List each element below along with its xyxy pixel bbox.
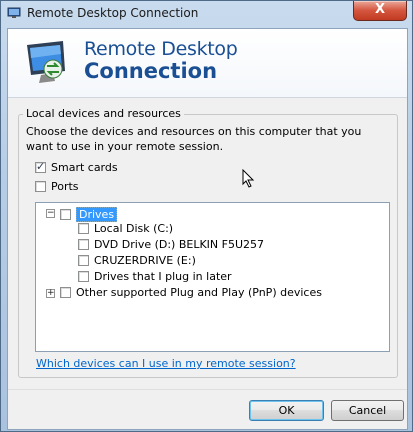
future-drives-label: Drives that I plug in later	[94, 270, 232, 283]
remote-desktop-window: Remote Desktop Connection X Remote Deskt…	[0, 0, 413, 432]
local-disk-label: Local Disk (C:)	[94, 222, 174, 235]
drives-checkbox[interactable]	[60, 209, 71, 220]
brand-line-2: Connection	[84, 59, 218, 83]
pnp-checkbox[interactable]	[60, 287, 71, 298]
cruzer-drive-checkbox[interactable]	[78, 255, 89, 266]
remote-desktop-monitor-icon	[27, 41, 65, 83]
tree-item-pnp-devices[interactable]: Other supported Plug and Play (PnP) devi…	[60, 286, 322, 299]
tree-item-dvd-drive[interactable]: DVD Drive (D:) BELKIN F5U257	[78, 238, 264, 251]
dvd-drive-checkbox[interactable]	[78, 239, 89, 250]
pnp-expand-icon[interactable]: +	[46, 289, 55, 298]
dialog-client-area: Remote Desktop Connection Local devices …	[7, 28, 408, 430]
button-bar: OK Cancel	[8, 389, 407, 430]
remote-desktop-icon	[7, 7, 21, 18]
ports-checkbox[interactable]	[35, 181, 46, 192]
cruzer-drive-label: CRUZERDRIVE (E:)	[94, 254, 196, 267]
dvd-drive-label: DVD Drive (D:) BELKIN F5U257	[94, 238, 265, 251]
group-legend: Local devices and resources	[23, 107, 184, 120]
close-icon: X	[374, 2, 386, 17]
brand-line-1: Remote Desktop	[84, 38, 238, 60]
help-link[interactable]: Which devices can I use in my remote ses…	[36, 357, 296, 370]
local-disk-checkbox[interactable]	[78, 223, 89, 234]
smart-cards-checkbox[interactable]	[35, 160, 46, 173]
group-description: Choose the devices and resources on this…	[26, 125, 362, 153]
ports-label: Ports	[51, 180, 79, 193]
title-bar[interactable]: Remote Desktop Connection X	[1, 1, 412, 27]
pnp-label: Other supported Plug and Play (PnP) devi…	[76, 286, 322, 299]
tree-item-local-disk[interactable]: Local Disk (C:)	[78, 222, 173, 235]
drives-label: Drives	[76, 207, 118, 222]
smart-cards-option[interactable]: Smart cards	[35, 160, 118, 174]
banner: Remote Desktop Connection	[8, 29, 407, 98]
ok-button[interactable]: OK	[249, 400, 324, 421]
tree-item-drives[interactable]: Drives	[60, 207, 118, 222]
drives-collapse-icon[interactable]: −	[46, 209, 55, 218]
ports-option[interactable]: Ports	[35, 180, 79, 193]
close-button[interactable]: X	[353, 1, 407, 21]
tree-item-cruzer-drive[interactable]: CRUZERDRIVE (E:)	[78, 254, 196, 267]
future-drives-checkbox[interactable]	[78, 271, 89, 282]
mouse-pointer-icon	[242, 169, 255, 188]
devices-tree[interactable]: − Drives Local Disk (C:) DVD Drive (D:) …	[35, 202, 390, 352]
tree-item-future-drives[interactable]: Drives that I plug in later	[78, 270, 232, 283]
smart-cards-label: Smart cards	[51, 161, 118, 174]
cancel-button[interactable]: Cancel	[331, 400, 404, 421]
window-title: Remote Desktop Connection	[27, 6, 199, 20]
